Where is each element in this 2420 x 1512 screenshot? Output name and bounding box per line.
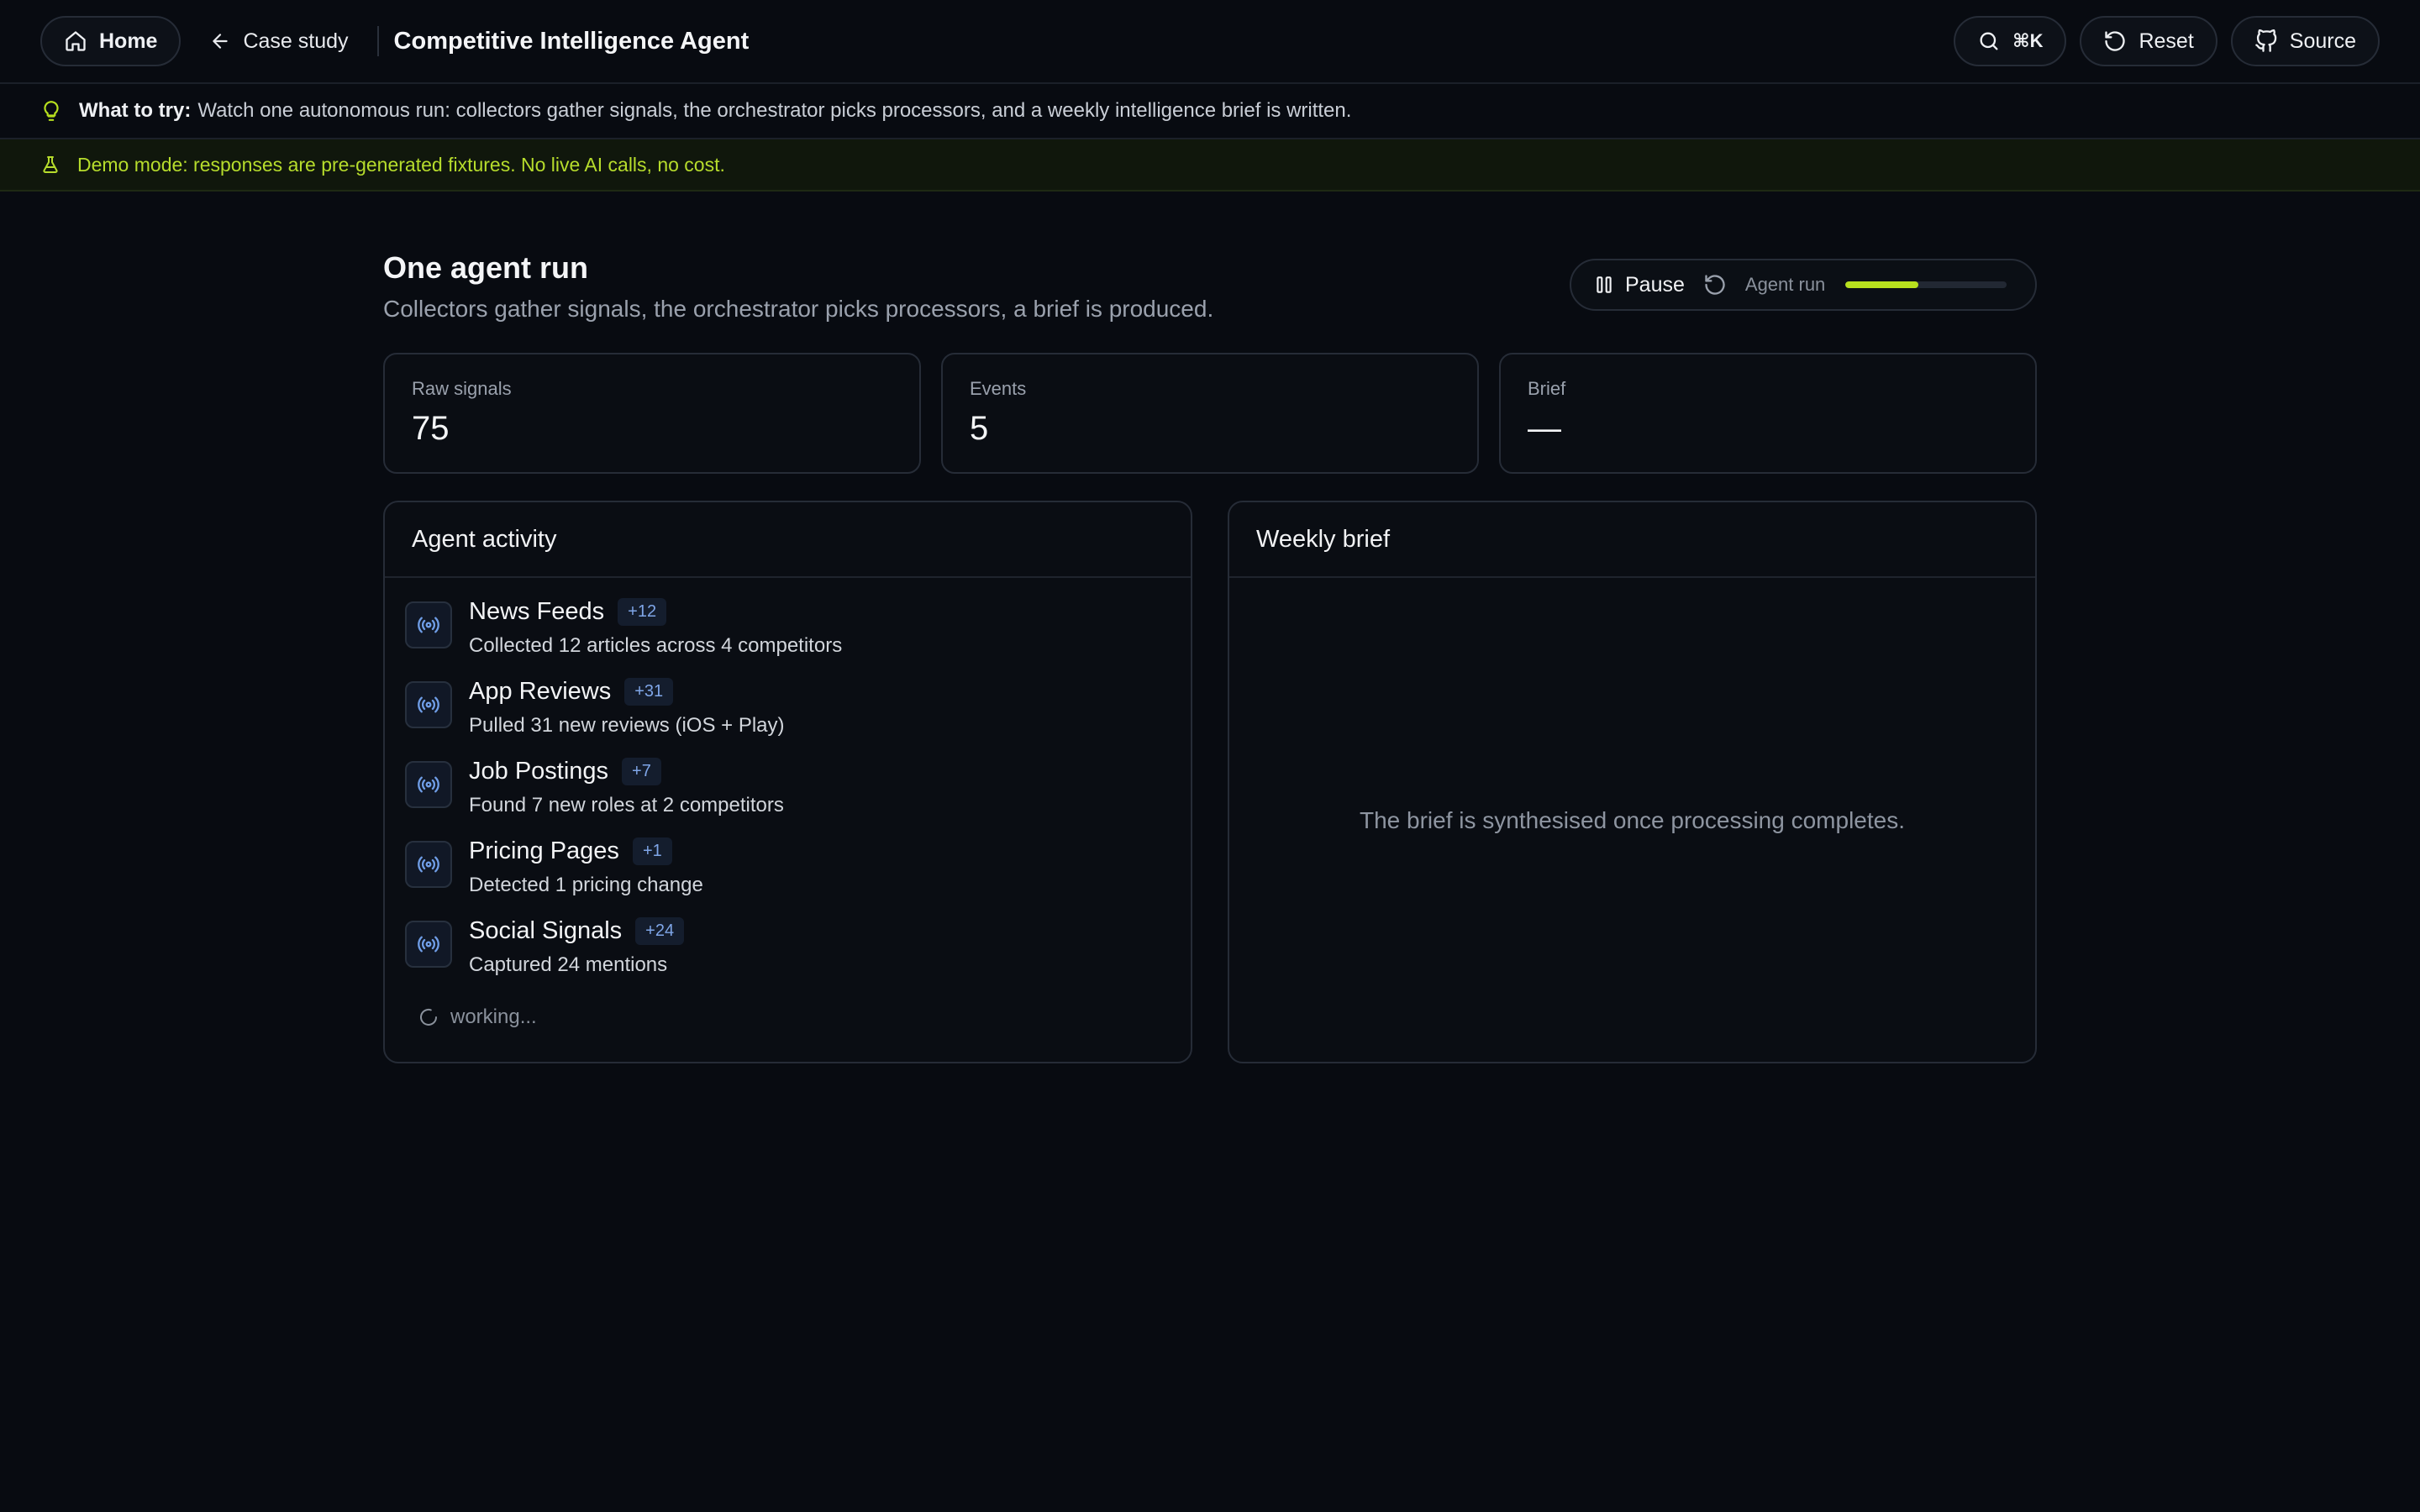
weekly-brief-panel: Weekly brief The brief is synthesised on… bbox=[1228, 501, 2037, 1063]
broadcast-icon bbox=[405, 921, 452, 968]
count-badge: +1 bbox=[632, 837, 672, 865]
app-title: Competitive Intelligence Agent bbox=[393, 27, 750, 55]
count-badge: +31 bbox=[624, 678, 674, 706]
item-title: Pricing Pages bbox=[469, 837, 619, 864]
item-description: Detected 1 pricing change bbox=[469, 874, 703, 896]
search-icon bbox=[1980, 32, 1998, 50]
top-bar: Home Case study Competitive Intelligence… bbox=[0, 0, 2420, 84]
pause-label: Pause bbox=[1625, 272, 1685, 297]
item-description: Found 7 new roles at 2 competitors bbox=[469, 794, 784, 816]
stat-card-raw-signals: Raw signals 75 bbox=[383, 353, 921, 474]
broadcast-icon bbox=[405, 601, 452, 648]
count-badge: +12 bbox=[618, 598, 667, 626]
github-icon bbox=[2254, 29, 2277, 52]
panel-title: Weekly brief bbox=[1229, 502, 2035, 578]
working-indicator: working... bbox=[418, 1005, 1171, 1029]
stat-card-brief: Brief — bbox=[1499, 353, 2037, 474]
stat-value: 75 bbox=[412, 410, 450, 447]
run-subtitle: Collectors gather signals, the orchestra… bbox=[383, 296, 1214, 322]
home-icon bbox=[66, 31, 86, 51]
count-badge: +7 bbox=[622, 758, 661, 785]
working-label: working... bbox=[450, 1005, 537, 1028]
lightbulb-icon bbox=[44, 101, 59, 121]
search-button[interactable]: ⌘K bbox=[1954, 16, 2067, 66]
run-title: One agent run bbox=[383, 250, 589, 285]
agent-activity-panel: Agent activity News Feeds +12 Collected … bbox=[383, 501, 1192, 1063]
list-item: App Reviews +31 Pulled 31 new reviews (i… bbox=[405, 678, 1171, 758]
pause-button[interactable]: Pause bbox=[1593, 273, 1685, 297]
broadcast-icon bbox=[405, 761, 452, 808]
spinner-icon bbox=[420, 1008, 437, 1026]
restart-icon bbox=[1705, 275, 1725, 295]
stat-label: Events bbox=[970, 378, 1027, 399]
progress-fill bbox=[1845, 281, 1918, 288]
tip-label: What to try: bbox=[79, 99, 192, 122]
stat-label: Raw signals bbox=[412, 378, 512, 399]
run-header: One agent run Collectors gather signals,… bbox=[383, 192, 2037, 353]
list-item: Social Signals +24 Captured 24 mentions bbox=[405, 917, 1171, 997]
pause-icon bbox=[1597, 276, 1612, 293]
reset-button[interactable]: Reset bbox=[2080, 16, 2217, 66]
stat-label: Brief bbox=[1528, 378, 1566, 399]
item-title: Social Signals bbox=[469, 917, 623, 944]
demo-mode-banner: Demo mode: responses are pre-generated f… bbox=[0, 139, 2420, 192]
stats-row: Raw signals 75 Events 5 Brief — bbox=[383, 353, 2037, 474]
search-shortcut: ⌘K bbox=[2012, 30, 2044, 51]
restart-button[interactable] bbox=[1703, 273, 1727, 297]
reset-label: Reset bbox=[2139, 29, 2194, 53]
list-item: Pricing Pages +1 Detected 1 pricing chan… bbox=[405, 837, 1171, 917]
reset-icon bbox=[2105, 31, 2126, 51]
home-button[interactable]: Home bbox=[40, 16, 182, 66]
demo-mode-text: Demo mode: responses are pre-generated f… bbox=[77, 153, 725, 176]
list-item: News Feeds +12 Collected 12 articles acr… bbox=[405, 598, 1171, 678]
home-label: Home bbox=[99, 29, 158, 53]
stat-value: 5 bbox=[970, 410, 989, 447]
stat-card-events: Events 5 bbox=[941, 353, 1479, 474]
panel-title: Agent activity bbox=[385, 502, 1191, 578]
source-button[interactable]: Source bbox=[2230, 16, 2380, 66]
item-description: Pulled 31 new reviews (iOS + Play) bbox=[469, 714, 785, 737]
agent-run-label: Agent run bbox=[1744, 274, 1826, 295]
tip-text: Watch one autonomous run: collectors gat… bbox=[197, 99, 1352, 122]
list-item: Job Postings +7 Found 7 new roles at 2 c… bbox=[405, 758, 1171, 837]
broadcast-icon bbox=[405, 841, 452, 888]
topbar-actions: ⌘K Reset Source bbox=[1954, 16, 2380, 66]
broadcast-icon bbox=[405, 681, 452, 728]
stat-value: — bbox=[1528, 410, 1561, 447]
activity-list: News Feeds +12 Collected 12 articles acr… bbox=[385, 578, 1191, 1029]
run-controls: Pause Agent run bbox=[1570, 259, 2037, 311]
item-description: Captured 24 mentions bbox=[469, 953, 668, 976]
tip-banner: What to try: Watch one autonomous run: c… bbox=[0, 84, 2420, 139]
brief-placeholder: The brief is synthesised once processing… bbox=[1360, 807, 1905, 833]
case-study-label: Case study bbox=[243, 29, 349, 53]
arrow-left-icon bbox=[213, 34, 229, 49]
count-badge: +24 bbox=[635, 917, 685, 945]
flask-icon bbox=[43, 156, 58, 173]
main-content: One agent run Collectors gather signals,… bbox=[383, 192, 2037, 1063]
agent-run-progress bbox=[1845, 281, 2007, 288]
divider bbox=[376, 26, 379, 56]
item-title: Job Postings bbox=[469, 758, 609, 785]
item-description: Collected 12 articles across 4 competito… bbox=[469, 634, 843, 657]
panels-row: Agent activity News Feeds +12 Collected … bbox=[383, 501, 2037, 1063]
case-study-link[interactable]: Case study bbox=[209, 29, 349, 54]
source-label: Source bbox=[2289, 29, 2356, 53]
item-title: News Feeds bbox=[469, 598, 605, 625]
item-title: App Reviews bbox=[469, 678, 612, 705]
